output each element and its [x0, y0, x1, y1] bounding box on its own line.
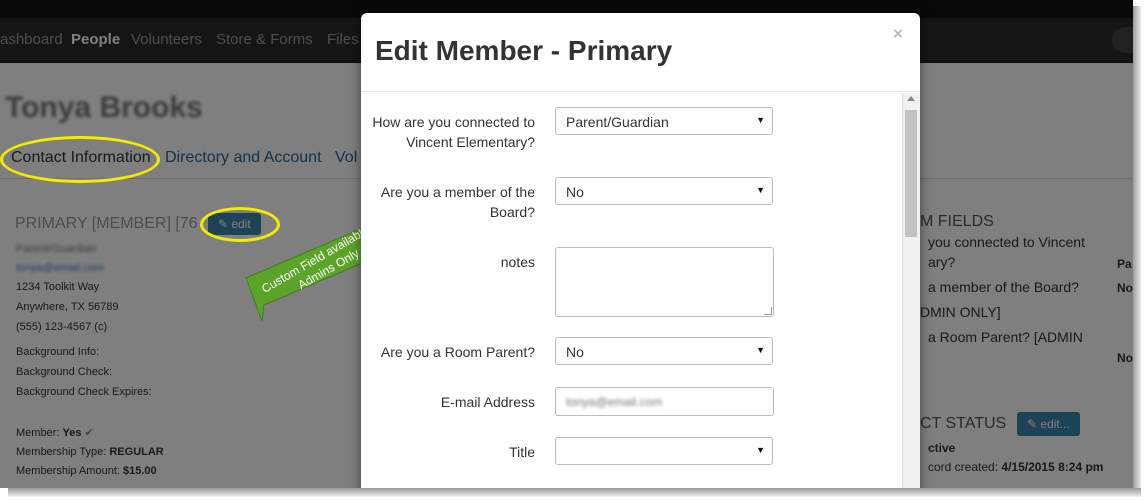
- board-member-select[interactable]: No ▼: [555, 177, 773, 205]
- field-label-notes: notes: [500, 254, 535, 270]
- resize-handle-icon[interactable]: [764, 307, 772, 315]
- modal-title: Edit Member - Primary: [375, 35, 673, 66]
- scroll-up-icon[interactable]: [907, 96, 915, 101]
- field-label-title: Title: [509, 444, 535, 460]
- dropdown-arrow-icon: ▼: [756, 345, 765, 355]
- edit-member-modal: Edit Member - Primary × How are you conn…: [361, 13, 920, 488]
- room-parent-select-value: No: [566, 344, 584, 360]
- field-label-room-parent: Are you a Room Parent?: [380, 344, 535, 360]
- title-select[interactable]: ▼: [555, 437, 773, 465]
- board-member-select-value: No: [566, 184, 584, 200]
- frame-shadow-right: [1133, 6, 1141, 492]
- dropdown-arrow-icon: ▼: [756, 115, 765, 125]
- field-label-connection: How are you connected to Vincent Element…: [372, 114, 535, 150]
- scroll-thumb[interactable]: [905, 110, 917, 237]
- connection-select-value: Parent/Guardian: [566, 114, 669, 130]
- email-input-value: tonya@email.com: [566, 395, 663, 409]
- modal-header-divider: [361, 91, 920, 92]
- modal-scrollbar[interactable]: [902, 93, 920, 488]
- notes-textarea[interactable]: [555, 247, 774, 317]
- field-label-email: E-mail Address: [440, 394, 535, 410]
- field-label-board-member: Are you a member of the Board?: [380, 184, 535, 220]
- screenshot-frame: ashboard People Volunteers Store & Forms…: [0, 0, 1133, 488]
- frame-shadow-bottom: [8, 488, 1141, 497]
- close-icon[interactable]: ×: [893, 24, 903, 44]
- connection-select[interactable]: Parent/Guardian ▼: [555, 107, 773, 135]
- dropdown-arrow-icon: ▼: [756, 445, 765, 455]
- email-input[interactable]: tonya@email.com: [555, 387, 774, 416]
- room-parent-select[interactable]: No ▼: [555, 337, 773, 365]
- dropdown-arrow-icon: ▼: [756, 185, 765, 195]
